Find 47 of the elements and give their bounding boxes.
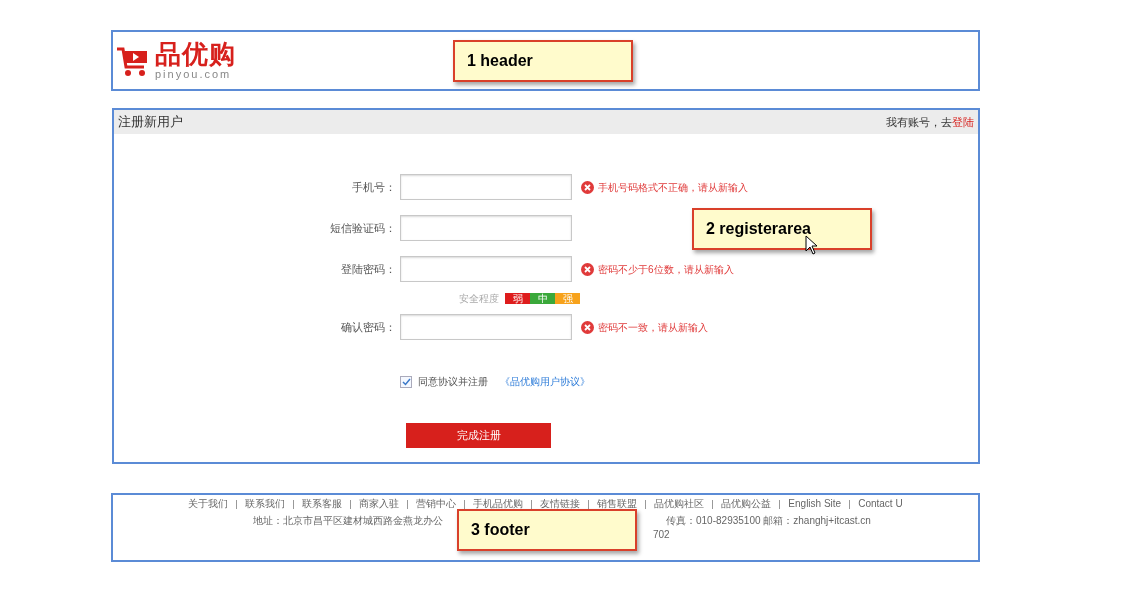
error-icon	[581, 262, 594, 276]
footer-link[interactable]: 品优购公益	[721, 498, 772, 510]
strength-level: 弱	[505, 292, 530, 304]
logo-domain: pinyou.com	[155, 69, 233, 80]
agreement-link[interactable]: 《品优购用户协议》	[500, 374, 590, 389]
submit-button[interactable]: 完成注册	[406, 422, 551, 448]
input-field[interactable]	[400, 215, 572, 241]
field-label: 登陆密码：	[340, 261, 397, 277]
field-label: 短信验证码：	[329, 220, 397, 236]
annotation-label: 3 footer	[457, 509, 637, 551]
error-message: 手机号码格式不正确，请从新输入	[598, 180, 748, 195]
input-field[interactable]	[400, 174, 572, 200]
annotation-label: 1 header	[453, 40, 633, 82]
annotation-label: 2 registerarea	[692, 208, 872, 250]
strength-level: 强	[555, 292, 580, 304]
logo-text: 品优购	[155, 41, 236, 67]
input-field[interactable]	[400, 314, 572, 340]
error-message: 密码不少于6位数，请从新输入	[598, 262, 734, 277]
error-icon	[581, 180, 594, 194]
footer-link[interactable]: 友情链接	[540, 498, 581, 510]
strength-level: 中	[530, 292, 555, 304]
contact-text: 传真：010-82935100 邮箱：zhanghj+itcast.cn	[666, 514, 871, 528]
agree-label: 同意协议并注册	[418, 375, 488, 389]
strength-label: 安全程度	[459, 291, 499, 306]
footer-link[interactable]: 销售联盟	[597, 498, 638, 510]
footer-link[interactable]: 联系我们	[245, 498, 286, 510]
cursor-icon	[805, 235, 819, 255]
footer-link[interactable]: 商家入驻	[359, 498, 400, 510]
footer-link[interactable]: 关于我们	[188, 498, 229, 510]
field-label: 确认密码：	[340, 319, 397, 335]
footer-link[interactable]: Contact U	[858, 498, 903, 510]
footer-link[interactable]: 营销中心	[416, 498, 457, 510]
input-field[interactable]	[400, 256, 572, 282]
footer-link[interactable]: 品优购社区	[654, 498, 705, 510]
field-label: 手机号：	[351, 179, 397, 195]
footer-link[interactable]: 联系客服	[302, 498, 343, 510]
login-prompt: 我有账号，去	[886, 114, 952, 130]
agree-checkbox[interactable]	[400, 375, 412, 388]
login-link[interactable]: 登陆	[952, 113, 974, 131]
error-icon	[581, 320, 594, 334]
footer-link[interactable]: 手机品优购	[473, 498, 524, 510]
register-title: 注册新用户	[118, 113, 183, 132]
footer-text: 702	[653, 528, 670, 542]
error-message: 密码不一致，请从新输入	[598, 320, 708, 335]
footer-link[interactable]: English Site	[788, 498, 842, 510]
check-icon	[401, 377, 411, 386]
address-text: 地址：北京市昌平区建材城西路金燕龙办公	[253, 514, 443, 528]
